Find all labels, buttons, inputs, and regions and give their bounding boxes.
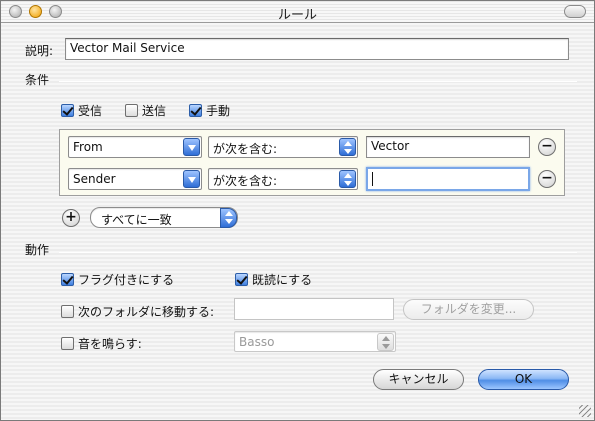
manual-checkbox-label: 手動 bbox=[206, 104, 231, 118]
flag-checkbox[interactable]: フラグ付きにする bbox=[61, 271, 174, 288]
flag-checkbox-label: フラグ付きにする bbox=[78, 273, 175, 287]
condition-value-field-focused[interactable] bbox=[366, 167, 530, 191]
condition-field-popup[interactable]: Sender bbox=[68, 168, 202, 190]
condition-field-value: Sender bbox=[73, 172, 116, 186]
match-mode-value: すべてに一致 bbox=[101, 213, 172, 227]
condition-value-field[interactable]: Vector bbox=[366, 136, 530, 158]
remove-condition-button[interactable]: − bbox=[538, 170, 556, 188]
updown-arrows-icon bbox=[220, 208, 237, 228]
updown-arrows-icon bbox=[339, 138, 356, 156]
play-sound-checkbox[interactable]: 音を鳴らす: bbox=[61, 335, 142, 352]
condition-operator-value: が次を含む: bbox=[213, 174, 278, 188]
folder-path-field[interactable] bbox=[234, 298, 394, 320]
mark-read-checkbox-label: 既読にする bbox=[252, 273, 313, 287]
actions-divider bbox=[59, 252, 577, 253]
mark-read-checkbox[interactable]: 既読にする bbox=[235, 271, 312, 288]
condition-operator-popup[interactable]: が次を含む: bbox=[208, 168, 358, 190]
updown-arrows-icon bbox=[377, 333, 394, 351]
change-folder-button[interactable]: フォルダを変更... bbox=[403, 299, 534, 320]
condition-operator-popup[interactable]: が次を含む: bbox=[208, 136, 358, 158]
condition-operator-value: が次を含む: bbox=[213, 142, 278, 156]
checkbox-unchecked-icon bbox=[61, 337, 74, 350]
outgoing-checkbox-label: 送信 bbox=[142, 104, 167, 118]
description-field[interactable]: Vector Mail Service bbox=[65, 38, 569, 60]
sound-popup[interactable]: Basso bbox=[234, 331, 396, 352]
updown-arrows-icon bbox=[339, 170, 356, 188]
remove-condition-button[interactable]: − bbox=[538, 138, 556, 156]
move-to-folder-checkbox[interactable]: 次のフォルダに移動する: bbox=[61, 303, 214, 320]
toolbar-toggle-button[interactable] bbox=[564, 5, 586, 18]
checkbox-checked-icon bbox=[61, 104, 74, 117]
checkbox-checked-icon bbox=[189, 104, 202, 117]
outgoing-checkbox[interactable]: 送信 bbox=[125, 102, 166, 119]
conditions-divider bbox=[59, 81, 577, 82]
ok-button[interactable]: OK bbox=[478, 369, 569, 390]
checkbox-unchecked-icon bbox=[125, 104, 138, 117]
match-mode-popup[interactable]: すべてに一致 bbox=[90, 207, 238, 228]
play-sound-label: 音を鳴らす: bbox=[78, 337, 142, 351]
add-condition-button[interactable]: + bbox=[62, 209, 80, 227]
incoming-checkbox[interactable]: 受信 bbox=[61, 102, 102, 119]
rule-window: ルール 説明: Vector Mail Service 条件 受信 送信 手動 … bbox=[0, 0, 595, 421]
incoming-checkbox-label: 受信 bbox=[78, 104, 103, 118]
move-to-folder-label: 次のフォルダに移動する: bbox=[78, 305, 215, 319]
actions-group-label: 動作 bbox=[25, 243, 50, 257]
manual-checkbox[interactable]: 手動 bbox=[189, 102, 230, 119]
text-cursor bbox=[372, 172, 373, 186]
conditions-list: From が次を含む: Vector − Sender が次を含む: − bbox=[59, 129, 565, 196]
description-label: 説明: bbox=[25, 44, 54, 58]
chevron-down-icon bbox=[183, 138, 200, 156]
checkbox-checked-icon bbox=[235, 273, 248, 286]
title-bar: ルール bbox=[1, 1, 594, 23]
window-title: ルール bbox=[277, 8, 317, 23]
sound-popup-value: Basso bbox=[239, 335, 275, 349]
chevron-down-icon bbox=[183, 170, 200, 188]
condition-field-popup[interactable]: From bbox=[68, 136, 202, 158]
checkbox-checked-icon bbox=[61, 273, 74, 286]
condition-field-value: From bbox=[73, 140, 103, 154]
checkbox-unchecked-icon bbox=[61, 305, 74, 318]
conditions-group-label: 条件 bbox=[25, 73, 50, 87]
resize-grip-icon[interactable] bbox=[579, 405, 591, 417]
cancel-button[interactable]: キャンセル bbox=[373, 369, 464, 390]
